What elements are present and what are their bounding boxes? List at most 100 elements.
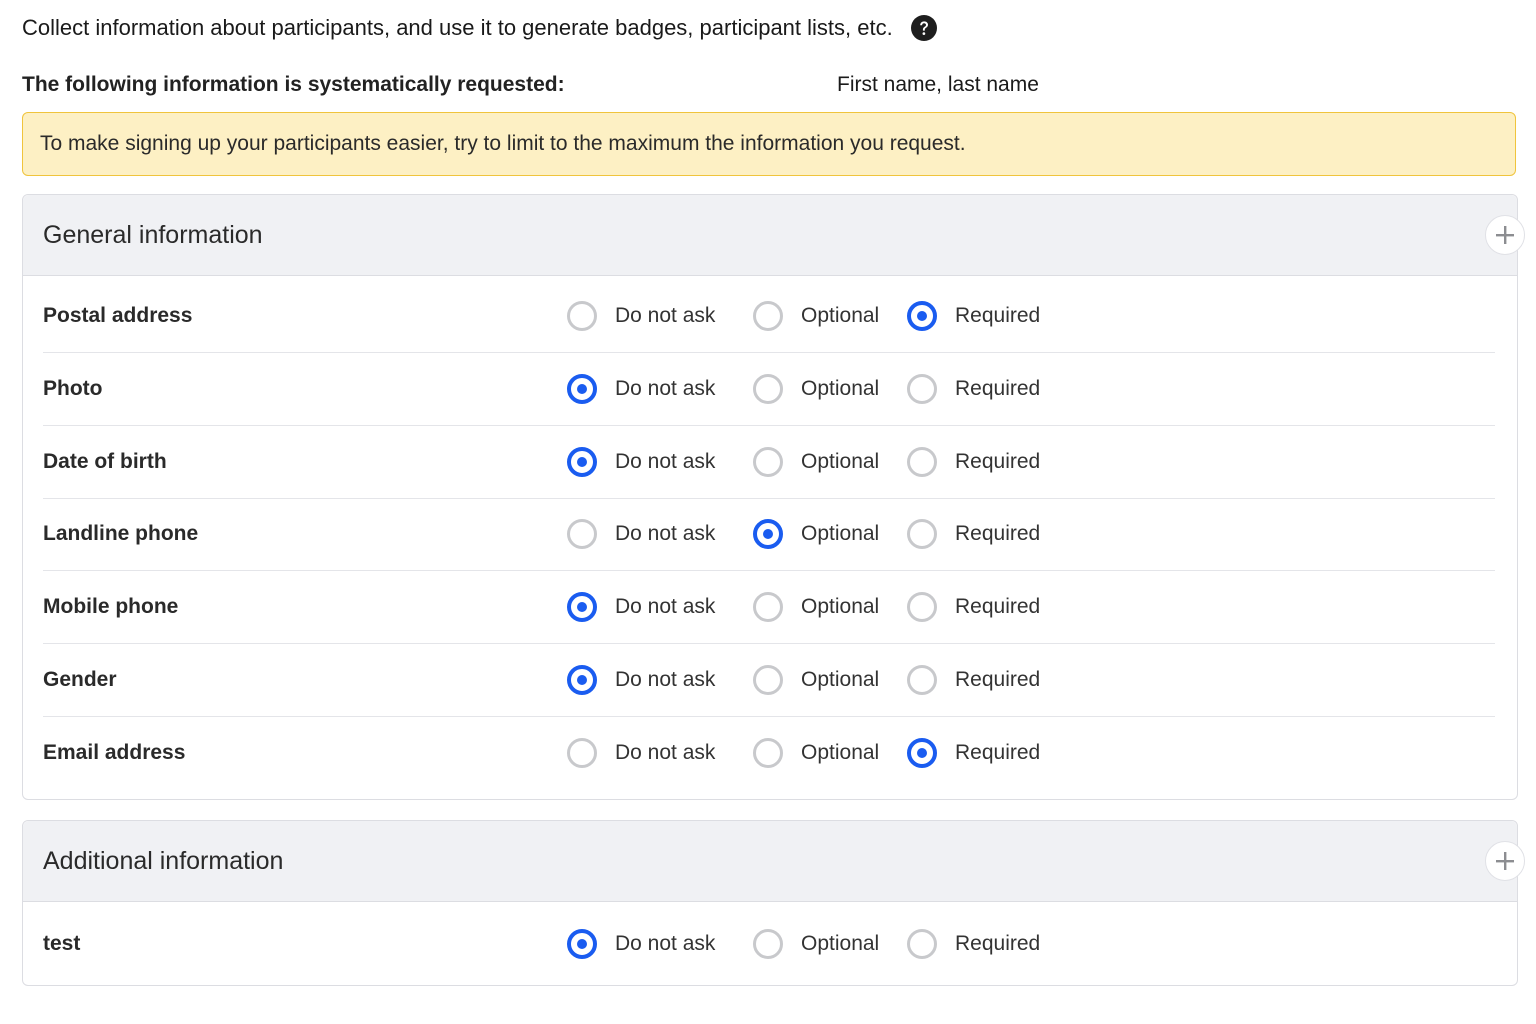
- option-optional-email-address[interactable]: Optional: [753, 737, 880, 768]
- option-do-not-ask-gender[interactable]: Do not ask: [567, 665, 715, 695]
- option-required-photo[interactable]: Required: [907, 373, 1041, 404]
- option-label: Optional: [801, 304, 880, 327]
- field-label: Postal address: [43, 304, 193, 327]
- option-optional-landline-phone[interactable]: Optional: [753, 519, 880, 550]
- option-label: Do not ask: [615, 740, 716, 764]
- option-label: Optional: [801, 932, 880, 955]
- field-row-email-address: Email address Do not ask Optional Required: [43, 717, 1495, 789]
- additional-information-panel: Additional information test Do not ask Opt…: [22, 820, 1525, 986]
- option-do-not-ask-mobile-phone[interactable]: Do not ask: [567, 592, 716, 623]
- option-optional-postal-address[interactable]: Optional: [753, 301, 879, 331]
- systematic-info-value: First name, last name: [837, 73, 1039, 96]
- option-label: Required: [955, 376, 1041, 400]
- option-label: Do not ask: [615, 376, 716, 400]
- radio-button[interactable]: [753, 929, 783, 959]
- radio-button[interactable]: [907, 665, 937, 695]
- field-label: Email address: [43, 740, 186, 764]
- option-label: Required: [955, 595, 1041, 619]
- radio-button[interactable]: [753, 519, 783, 550]
- additional-information-header: Additional information: [23, 821, 1525, 902]
- notice-text: To make signing up your participants eas…: [40, 132, 966, 155]
- field-row-landline-phone: Landline phone Do not ask Optional Required: [43, 498, 1495, 572]
- add-general-field-button[interactable]: [1485, 215, 1525, 255]
- radio-button[interactable]: [567, 301, 597, 331]
- option-required-gender[interactable]: Required: [907, 665, 1040, 695]
- option-label: Do not ask: [615, 304, 716, 327]
- field-row-photo: Photo Do not ask Optional Required: [43, 353, 1495, 426]
- option-optional-photo[interactable]: Optional: [753, 373, 880, 404]
- option-label: Optional: [801, 449, 880, 473]
- general-information-title: General information: [43, 220, 263, 249]
- field-label: Landline phone: [43, 522, 199, 546]
- option-label: Do not ask: [615, 595, 716, 619]
- option-label: Optional: [801, 668, 880, 691]
- field-row-mobile-phone: Mobile phone Do not ask Optional Required: [43, 571, 1495, 645]
- field-label: Date of birth: [43, 449, 167, 473]
- field-label: Photo: [43, 376, 103, 400]
- radio-button[interactable]: [907, 592, 937, 623]
- add-additional-field-button[interactable]: [1485, 841, 1525, 881]
- option-required-email-address[interactable]: Required: [907, 737, 1041, 768]
- option-do-not-ask-landline-phone[interactable]: Do not ask: [567, 519, 716, 550]
- plus-icon: [1496, 226, 1514, 244]
- option-do-not-ask-date-of-birth[interactable]: Do not ask: [567, 446, 716, 477]
- option-label: Optional: [801, 522, 880, 546]
- question-circle-icon[interactable]: [910, 15, 937, 41]
- option-optional-gender[interactable]: Optional: [753, 665, 879, 695]
- option-optional-date-of-birth[interactable]: Optional: [753, 446, 880, 477]
- radio-button[interactable]: [753, 446, 783, 477]
- general-information-panel: General information Postal address Do not…: [22, 194, 1525, 800]
- intro-text: Collect information about participants, …: [22, 15, 893, 40]
- option-label: Optional: [801, 595, 880, 619]
- field-label: test: [43, 932, 81, 955]
- notice-banner: To make signing up your participants eas…: [22, 112, 1516, 176]
- option-label: Required: [955, 304, 1041, 327]
- option-label: Required: [955, 740, 1041, 764]
- radio-button[interactable]: [753, 665, 783, 695]
- option-do-not-ask-postal-address[interactable]: Do not ask: [567, 301, 715, 331]
- plus-icon: [1496, 852, 1514, 870]
- radio-button[interactable]: [753, 592, 783, 623]
- option-do-not-ask-email-address[interactable]: Do not ask: [567, 737, 716, 768]
- radio-button[interactable]: [753, 301, 783, 331]
- general-information-header: General information: [23, 195, 1525, 276]
- page: Collect information about participants, …: [0, 0, 1536, 1024]
- radio-button[interactable]: [907, 519, 937, 550]
- radio-button[interactable]: [567, 665, 597, 695]
- intro-row: Collect information about participants, …: [22, 10, 937, 46]
- radio-button[interactable]: [567, 446, 597, 477]
- radio-button[interactable]: [567, 737, 597, 768]
- radio-button[interactable]: [907, 929, 937, 959]
- field-row-postal-address: Postal address Do not ask Optional Required: [43, 280, 1495, 353]
- option-do-not-ask-photo[interactable]: Do not ask: [567, 373, 716, 404]
- radio-button[interactable]: [907, 373, 937, 404]
- radio-button[interactable]: [907, 446, 937, 477]
- radio-button[interactable]: [907, 301, 937, 331]
- option-required-test[interactable]: Required: [907, 929, 1040, 959]
- field-label: Gender: [43, 668, 117, 691]
- option-label: Do not ask: [615, 449, 716, 473]
- radio-button[interactable]: [567, 519, 597, 550]
- radio-button[interactable]: [753, 373, 783, 404]
- option-do-not-ask-test[interactable]: Do not ask: [567, 929, 715, 959]
- additional-information-title: Additional information: [43, 846, 284, 875]
- option-label: Optional: [801, 376, 880, 400]
- field-row-gender: Gender Do not ask Optional Required: [43, 644, 1495, 717]
- radio-button[interactable]: [907, 737, 937, 768]
- option-optional-test[interactable]: Optional: [753, 929, 879, 959]
- option-label: Required: [955, 522, 1041, 546]
- radio-button[interactable]: [753, 737, 783, 768]
- option-required-date-of-birth[interactable]: Required: [907, 446, 1041, 477]
- option-label: Optional: [801, 740, 880, 764]
- option-required-mobile-phone[interactable]: Required: [907, 592, 1041, 623]
- option-label: Do not ask: [615, 522, 716, 546]
- option-required-landline-phone[interactable]: Required: [907, 519, 1041, 550]
- option-required-postal-address[interactable]: Required: [907, 301, 1040, 331]
- radio-button[interactable]: [567, 592, 597, 623]
- option-optional-mobile-phone[interactable]: Optional: [753, 592, 880, 623]
- radio-button[interactable]: [567, 929, 597, 959]
- radio-button[interactable]: [567, 373, 597, 404]
- field-label: Mobile phone: [43, 595, 179, 619]
- option-label: Required: [955, 449, 1041, 473]
- option-label: Required: [955, 932, 1041, 955]
